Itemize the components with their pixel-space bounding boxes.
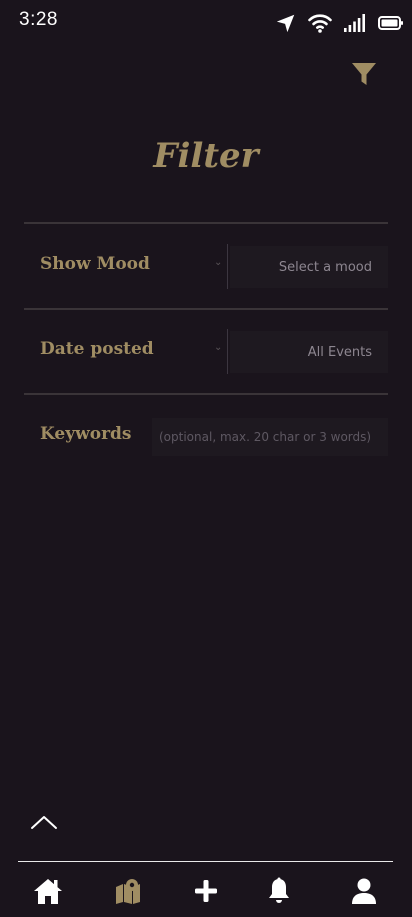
battery-icon [378, 15, 404, 31]
nav-notifications[interactable] [262, 876, 296, 910]
nav-home[interactable] [31, 876, 65, 910]
row-separator [227, 244, 228, 289]
nav-profile[interactable] [347, 876, 381, 910]
filter-toggle-button[interactable] [350, 62, 378, 90]
keywords-label: Keywords [40, 424, 132, 444]
status-time: 3:28 [19, 9, 58, 30]
chevron-down-icon: ⌄ [214, 342, 223, 353]
date-select[interactable]: All Events [230, 331, 388, 373]
plus-icon [194, 879, 218, 907]
map-icon [114, 878, 142, 908]
home-icon [33, 877, 63, 909]
filter-icon [351, 61, 377, 91]
bottom-nav [0, 862, 412, 917]
date-filter-row: Date posted ⌄ All Events [24, 309, 388, 393]
page-title: Filter [153, 136, 259, 176]
scroll-up-button[interactable] [28, 812, 60, 836]
nav-add[interactable] [189, 876, 223, 910]
status-icons [275, 12, 404, 34]
status-bar: 3:28 [0, 0, 412, 44]
row-separator [227, 329, 228, 374]
mood-label: Show Mood [40, 254, 150, 274]
keywords-filter-row: Keywords [24, 394, 388, 478]
keywords-input[interactable] [152, 418, 388, 456]
mood-select[interactable]: Select a mood [230, 246, 388, 288]
user-icon [350, 877, 378, 909]
signal-icon [343, 13, 367, 33]
location-arrow-icon [275, 12, 297, 34]
mood-filter-row: Show Mood ⌄ Select a mood [24, 224, 388, 308]
nav-map[interactable] [111, 876, 145, 910]
date-select-value: All Events [307, 344, 372, 360]
mood-select-value: Select a mood [278, 259, 372, 275]
date-label: Date posted [40, 339, 154, 359]
chevron-down-icon: ⌄ [214, 257, 223, 268]
wifi-icon [308, 13, 332, 33]
bell-icon [267, 877, 291, 909]
chevron-up-icon [30, 813, 58, 835]
